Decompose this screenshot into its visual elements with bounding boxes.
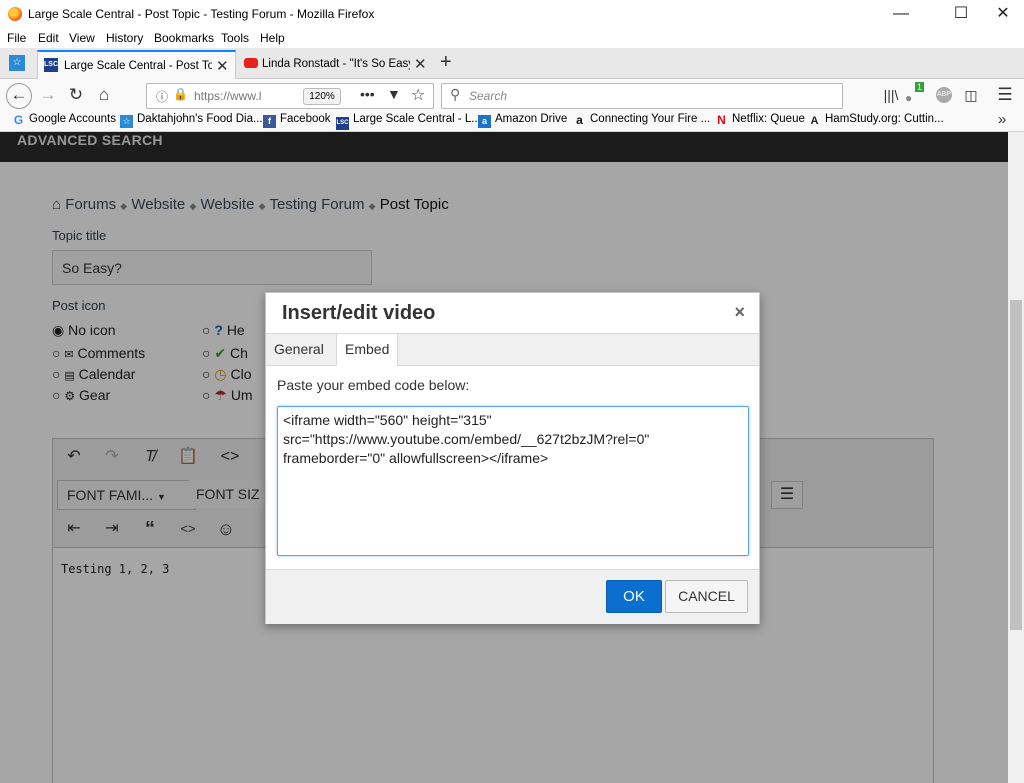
pinned-tab-icon[interactable]: ☆: [9, 55, 25, 71]
search-bar[interactable]: ⚲ Search: [441, 83, 843, 109]
bookmark-amazon-drive[interactable]: a Amazon Drive: [478, 113, 567, 129]
bookmark-star-icon[interactable]: ☆: [411, 85, 425, 105]
adblock-icon[interactable]: ABP: [936, 87, 952, 103]
menu-edit[interactable]: Edit: [38, 31, 59, 45]
bookmark-hamstudy[interactable]: A HamStudy.org: Cuttin...: [808, 113, 944, 129]
dialog-title: Insert/edit video: [282, 302, 436, 324]
close-window-button[interactable]: ✕: [980, 0, 1024, 28]
page-actions-icon[interactable]: •••: [360, 86, 375, 102]
tab-large-scale-central[interactable]: LSC Large Scale Central - Post Topic ✕: [37, 50, 236, 80]
home-button[interactable]: ⌂: [91, 83, 117, 107]
back-button[interactable]: ←: [6, 83, 32, 109]
search-icon: ⚲: [450, 86, 461, 102]
bookmark-lsc[interactable]: LSC Large Scale Central - L...: [336, 113, 481, 130]
menu-help[interactable]: Help: [260, 31, 285, 45]
scrollbar-thumb[interactable]: [1010, 300, 1022, 630]
dialog-tabs: General Embed: [266, 333, 759, 366]
pocket-icon[interactable]: ▼: [387, 86, 401, 102]
zoom-indicator[interactable]: 120%: [303, 88, 341, 105]
menu-history[interactable]: History: [106, 31, 143, 45]
hamstudy-icon: A: [810, 115, 819, 127]
netflix-icon: N: [717, 113, 726, 127]
bookmark-google-accounts[interactable]: G Google Accounts: [12, 113, 116, 129]
menu-bookmarks[interactable]: Bookmarks: [154, 31, 214, 45]
dialog-close-icon[interactable]: ×: [734, 302, 745, 323]
cancel-button[interactable]: CANCEL: [665, 580, 748, 613]
amazon-icon: a: [576, 113, 583, 127]
bookmark-food-diary[interactable]: ☆ Daktahjohn's Food Dia...: [120, 113, 263, 129]
tab-label: Large Scale Central - Post Topic: [64, 60, 212, 72]
url-text[interactable]: https://www.l: [194, 89, 261, 103]
menu-tools[interactable]: Tools: [221, 31, 249, 45]
tab-general[interactable]: General: [266, 334, 332, 365]
menu-view[interactable]: View: [69, 31, 95, 45]
amazon-drive-icon: a: [478, 115, 491, 128]
tab-embed[interactable]: Embed: [336, 334, 399, 366]
close-tab-icon[interactable]: ✕: [414, 55, 427, 73]
diary-icon: ☆: [120, 115, 133, 128]
tab-linda-ronstadt[interactable]: Linda Ronstadt - "It's So Easy" ( ✕: [236, 50, 432, 78]
firefox-logo-icon: [8, 7, 22, 21]
facebook-icon: f: [263, 115, 276, 128]
lock-icon: 🔒: [173, 87, 188, 101]
new-tab-button[interactable]: +: [440, 51, 452, 74]
bookmark-label: Netflix: Queue: [732, 113, 805, 125]
info-icon[interactable]: ⓘ: [156, 88, 168, 105]
tab-strip: ☆ LSC Large Scale Central - Post Topic ✕…: [0, 48, 1024, 80]
embed-code-textarea[interactable]: <iframe width="560" height="315" src="ht…: [277, 406, 749, 556]
extension-icon[interactable]: 1 ●: [905, 82, 925, 105]
bookmarks-toolbar: G Google Accounts ☆ Daktahjohn's Food Dia.…: [0, 111, 1024, 132]
minimize-button[interactable]: —: [878, 0, 924, 28]
bookmarks-overflow-icon[interactable]: »: [998, 111, 1006, 128]
search-placeholder: Search: [469, 89, 508, 103]
lsc-icon: LSC: [336, 117, 349, 130]
bookmark-facebook[interactable]: f Facebook: [263, 113, 331, 129]
bookmark-label: HamStudy.org: Cuttin...: [825, 113, 944, 125]
ok-button[interactable]: OK: [606, 580, 662, 613]
tab-label: Linda Ronstadt - "It's So Easy" (: [262, 58, 410, 70]
insert-video-dialog: Insert/edit video × General Embed Paste …: [265, 292, 760, 624]
menu-bar: File Edit View History Bookmarks Tools H…: [0, 28, 1024, 48]
bookmark-label: Amazon Drive: [495, 113, 568, 125]
dialog-footer: OK CANCEL: [266, 569, 759, 624]
menu-hamburger-icon[interactable]: ☰: [992, 83, 1018, 107]
embed-label: Paste your embed code below:: [277, 377, 470, 393]
bookmark-netflix[interactable]: N Netflix: Queue: [715, 113, 805, 129]
bookmark-label: Connecting Your Fire ...: [590, 113, 711, 125]
url-bar[interactable]: ⓘ 🔒 https://www.l 120% ••• ▼ ☆: [146, 83, 434, 109]
library-icon[interactable]: |||\: [878, 83, 904, 107]
forward-button[interactable]: →: [35, 83, 61, 107]
bookmark-connecting[interactable]: a Connecting Your Fire ...: [573, 113, 710, 129]
window-title: Large Scale Central - Post Topic - Testi…: [28, 7, 375, 21]
reload-button[interactable]: ↻: [63, 83, 89, 107]
sidebar-icon[interactable]: ◫: [958, 83, 984, 107]
extension-badge: 1: [915, 82, 925, 92]
lsc-favicon-icon: LSC: [44, 58, 58, 72]
menu-file[interactable]: File: [7, 31, 26, 45]
maximize-button[interactable]: ☐: [938, 0, 984, 28]
youtube-favicon-icon: [244, 58, 258, 68]
bookmark-label: Facebook: [280, 113, 331, 125]
google-icon: G: [13, 113, 24, 127]
close-tab-icon[interactable]: ✕: [216, 57, 229, 75]
bookmark-label: Google Accounts: [29, 113, 116, 125]
bookmark-label: Large Scale Central - L...: [353, 113, 481, 125]
title-bar: Large Scale Central - Post Topic - Testi…: [0, 0, 1024, 28]
bookmark-label: Daktahjohn's Food Dia...: [137, 113, 263, 125]
